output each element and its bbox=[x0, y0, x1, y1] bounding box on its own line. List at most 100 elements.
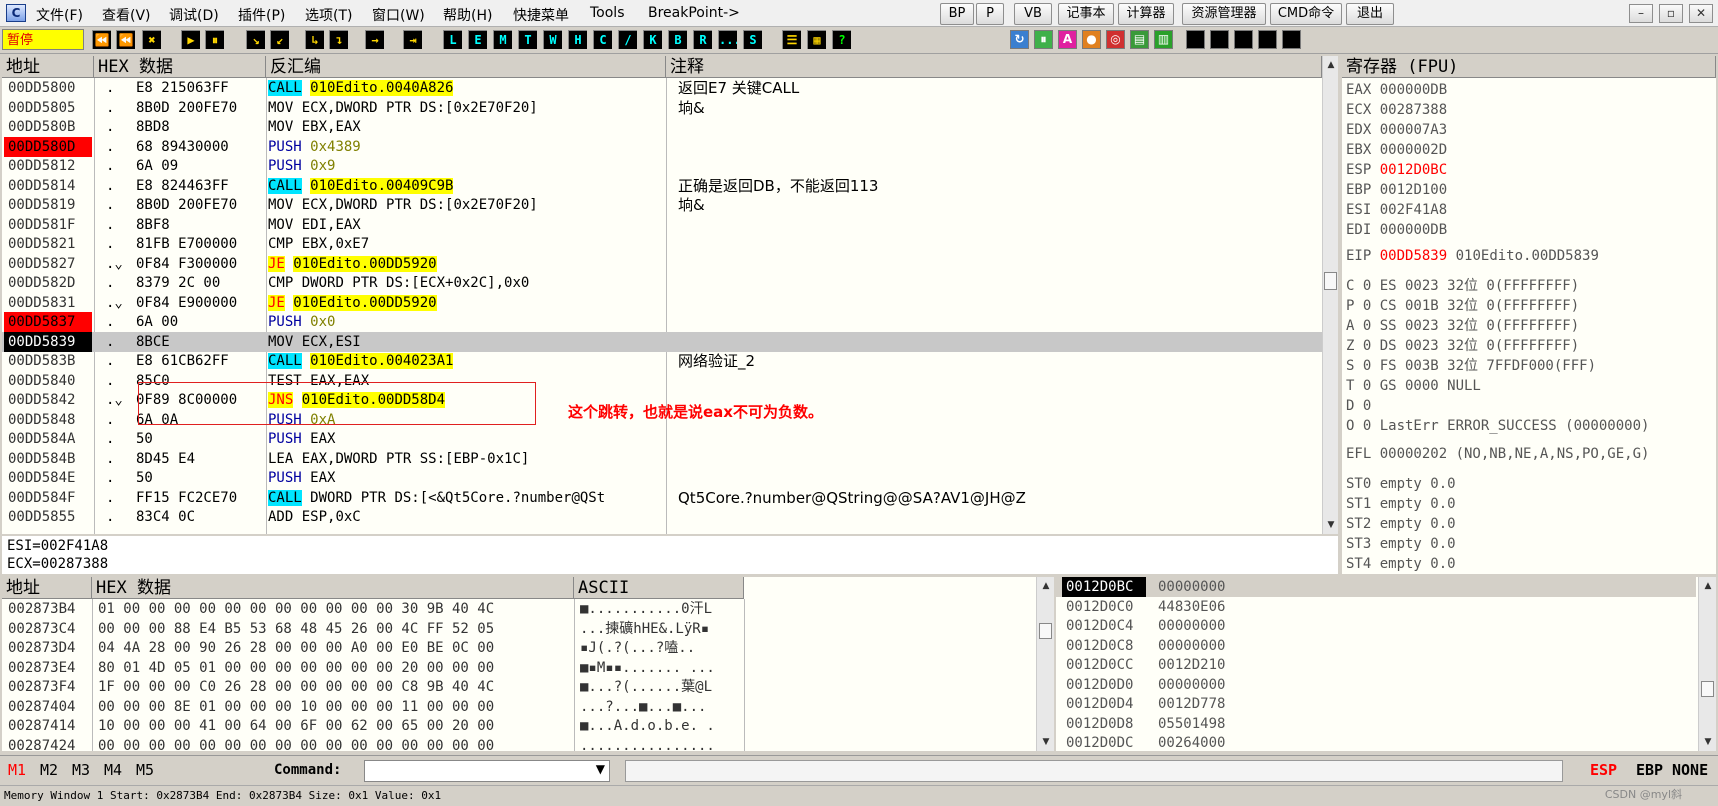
register-value[interactable]: 000000DB bbox=[1380, 222, 1447, 238]
dump-hex[interactable]: 01 00 00 00 00 00 00 00 00 00 00 00 30 9… bbox=[98, 599, 574, 619]
register-ebx[interactable]: EBX 0000002D bbox=[1346, 140, 1447, 160]
stack-value[interactable]: 00000000 bbox=[1158, 675, 1248, 695]
target-icon[interactable]: ◎ bbox=[1106, 30, 1125, 49]
handles-window-icon[interactable]: H bbox=[568, 30, 587, 49]
vb-button[interactable]: VB bbox=[1014, 3, 1052, 25]
reg-esp-button[interactable]: ESP bbox=[1590, 760, 1617, 780]
register-value[interactable]: 000007A3 bbox=[1380, 122, 1447, 138]
minimize-icon[interactable]: – bbox=[1629, 4, 1653, 23]
dump-hex[interactable]: 10 00 00 00 41 00 64 00 6F 00 62 00 65 0… bbox=[98, 716, 574, 736]
register-value[interactable]: 0012D0BC bbox=[1380, 162, 1447, 178]
register-eip[interactable]: EIP 00DD5839 010Edito.00DD5839 bbox=[1346, 246, 1599, 266]
tab-m2[interactable]: M2 bbox=[40, 760, 58, 780]
disasm-instruction[interactable]: MOV ECX,ESI bbox=[268, 332, 664, 352]
windows-window-icon[interactable]: W bbox=[543, 30, 562, 49]
disasm-address[interactable]: 00DD5840 bbox=[4, 371, 92, 391]
disasm-row[interactable]: 00DD5814. E8 824463FF CALL 010Edito.00409C… bbox=[2, 176, 1322, 196]
register-value[interactable]: 0000002D bbox=[1380, 142, 1447, 158]
disasm-address[interactable]: 00DD5837 bbox=[4, 312, 92, 332]
dump-header-ascii[interactable]: ASCII bbox=[574, 577, 744, 599]
modules-window-icon[interactable]: E bbox=[468, 30, 487, 49]
register-ebp[interactable]: EBP 0012D100 bbox=[1346, 180, 1447, 200]
scroll-thumb[interactable] bbox=[1039, 623, 1052, 639]
disasm-row[interactable]: 00DD581F. 8BF8 MOV EDI,EAX bbox=[2, 215, 1322, 235]
flag-row[interactable]: O 0 LastErr ERROR_SUCCESS (00000000) bbox=[1346, 416, 1649, 436]
disasm-address[interactable]: 00DD5855 bbox=[4, 507, 92, 527]
pause-green-icon[interactable]: ⏸ bbox=[1034, 30, 1053, 49]
calculator-button[interactable]: 计算器 bbox=[1118, 3, 1174, 25]
disasm-row[interactable]: 00DD5831 .⌄ 0F84 E900000 JE 010Edito.00DD59… bbox=[2, 293, 1322, 313]
stack-row[interactable]: 0012D0BC 00000000 bbox=[1056, 577, 1696, 597]
stack-address[interactable]: 0012D0C4 bbox=[1062, 616, 1146, 636]
disasm-instruction[interactable]: CALL 010Edito.0040A826 bbox=[268, 78, 664, 98]
tab-m1[interactable]: M1 bbox=[8, 760, 26, 780]
dump-header-hex[interactable]: HEX 数据 bbox=[92, 577, 574, 599]
stack-row[interactable]: 0012D0C0 44830E06 bbox=[1056, 597, 1696, 617]
register-value[interactable]: 0012D100 bbox=[1380, 182, 1447, 198]
disasm-address[interactable]: 00DD5842 bbox=[4, 390, 92, 410]
pause-icon[interactable]: ⏸ bbox=[205, 30, 224, 49]
trace-into-icon[interactable]: ↳ bbox=[305, 30, 324, 49]
disasm-instruction[interactable]: JE 010Edito.00DD5920 bbox=[268, 293, 664, 313]
scroll-down-icon[interactable]: ▼ bbox=[1324, 518, 1338, 532]
exit-button[interactable]: 退出 bbox=[1346, 3, 1394, 25]
col-header-disasm[interactable]: 反汇编 bbox=[266, 56, 666, 78]
disasm-row[interactable]: 00DD5855. 83C4 0C ADD ESP,0xC bbox=[2, 507, 1322, 527]
dump-row[interactable]: 002873C4 00 00 00 88 E4 B5 53 68 48 45 26… bbox=[2, 619, 1032, 639]
letter-a-icon[interactable]: A bbox=[1058, 30, 1077, 49]
flag-row[interactable]: A 0 SS 0023 32位 0(FFFFFFFF) bbox=[1346, 316, 1579, 336]
dump-address[interactable]: 00287404 bbox=[8, 697, 92, 717]
dump-address[interactable]: 00287414 bbox=[8, 716, 92, 736]
flag-row[interactable]: P 0 CS 001B 32位 0(FFFFFFFF) bbox=[1346, 296, 1579, 316]
disasm-instruction[interactable]: ADD ESP,0xC bbox=[268, 507, 664, 527]
source-window-icon[interactable]: S bbox=[743, 30, 762, 49]
scroll-down-icon[interactable]: ▼ bbox=[1039, 735, 1053, 749]
disasm-instruction[interactable]: MOV EBX,EAX bbox=[268, 117, 664, 137]
dump-row[interactable]: 00287404 00 00 00 8E 01 00 00 00 10 00 00… bbox=[2, 697, 1032, 717]
disasm-row[interactable]: 00DD5805. 8B0D 200FE70 MOV ECX,DWORD PTR D… bbox=[2, 98, 1322, 118]
tab-m4[interactable]: M4 bbox=[104, 760, 122, 780]
disasm-instruction[interactable]: PUSH 0x0 bbox=[268, 312, 664, 332]
register-edx[interactable]: EDX 000007A3 bbox=[1346, 120, 1447, 140]
fpu-row[interactable]: ST1 empty 0.0 bbox=[1346, 494, 1456, 514]
refresh-icon[interactable]: ↻ bbox=[1010, 30, 1029, 49]
disasm-row[interactable]: 00DD584A. 50 PUSH EAX bbox=[2, 429, 1322, 449]
stack-value[interactable]: 00000000 bbox=[1158, 616, 1248, 636]
dump-ascii[interactable]: ■▪M▪▪....... ... bbox=[580, 658, 742, 678]
disasm-instruction[interactable]: CMP DWORD PTR DS:[ECX+0x2C],0x0 bbox=[268, 273, 664, 293]
disasm-address[interactable]: 00DD584E bbox=[4, 468, 92, 488]
disasm-address[interactable]: 00DD5839 bbox=[4, 331, 92, 352]
disasm-address[interactable]: 00DD583B bbox=[4, 351, 92, 371]
disasm-address[interactable]: 00DD5831 bbox=[4, 293, 92, 313]
grid-icon[interactable]: ▦ bbox=[807, 30, 826, 49]
dump-header-addr[interactable]: 地址 bbox=[2, 577, 92, 599]
flag-row[interactable]: Z 0 DS 0023 32位 0(FFFFFFFF) bbox=[1346, 336, 1579, 356]
breakpoints-window-icon[interactable]: B bbox=[668, 30, 687, 49]
stack-value[interactable]: 00000000 bbox=[1158, 636, 1248, 656]
dump-hex[interactable]: 00 00 00 88 E4 B5 53 68 48 45 26 00 4C F… bbox=[98, 619, 574, 639]
menu-plugins[interactable]: 插件(P) bbox=[238, 5, 285, 25]
notepad-button[interactable]: 记事本 bbox=[1058, 3, 1114, 25]
dump-ascii[interactable]: ■...........0汗L bbox=[580, 599, 742, 619]
list-icon[interactable]: ☰ bbox=[782, 30, 801, 49]
disassembly-panel[interactable]: 地址 HEX 数据 反汇编 注释 00DD5800. E8 215063FF CAL… bbox=[2, 56, 1338, 534]
dump-address[interactable]: 002873E4 bbox=[8, 658, 92, 678]
dump-ascii[interactable]: ■...?(......葉@L bbox=[580, 677, 742, 697]
scroll-thumb[interactable] bbox=[1701, 681, 1714, 697]
scroll-up-icon[interactable]: ▲ bbox=[1324, 58, 1338, 72]
cmd-button[interactable]: CMD命令 bbox=[1270, 3, 1342, 25]
dump-address[interactable]: 002873B4 bbox=[8, 599, 92, 619]
register-edi[interactable]: EDI 000000DB bbox=[1346, 220, 1447, 240]
p-button[interactable]: P bbox=[976, 3, 1004, 25]
stack-address[interactable]: 0012D0DC bbox=[1062, 733, 1146, 751]
disasm-address[interactable]: 00DD580D bbox=[4, 136, 92, 157]
dump-row[interactable]: 002873B4 01 00 00 00 00 00 00 00 00 00 00… bbox=[2, 599, 1032, 619]
disasm-address[interactable]: 00DD580B bbox=[4, 117, 92, 137]
disasm-instruction[interactable]: CALL 010Edito.004023A1 bbox=[268, 351, 664, 371]
register-value[interactable]: 00DD5839 bbox=[1380, 248, 1447, 264]
disasm-row[interactable]: 00DD583B. E8 61CB62FF CALL 010Edito.004023… bbox=[2, 351, 1322, 371]
command-input[interactable]: ▼ bbox=[364, 760, 610, 782]
stack-value[interactable]: 0012D778 bbox=[1158, 694, 1248, 714]
disasm-address[interactable]: 00DD5812 bbox=[4, 156, 92, 176]
stack-address[interactable]: 0012D0C0 bbox=[1062, 597, 1146, 617]
